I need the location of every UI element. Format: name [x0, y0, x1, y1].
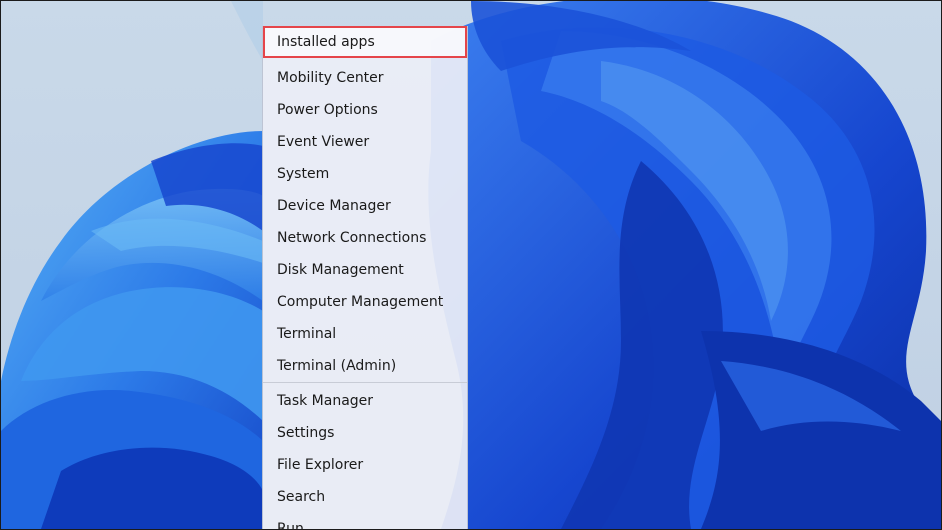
menu-item-search[interactable]: Search [263, 481, 467, 513]
menu-item-event-viewer[interactable]: Event Viewer [263, 126, 467, 158]
menu-item-computer-management[interactable]: Computer Management [263, 286, 467, 318]
quick-link-context-menu: Installed apps Mobility Center Power Opt… [262, 26, 468, 529]
menu-item-terminal[interactable]: Terminal [263, 318, 467, 350]
menu-item-disk-management[interactable]: Disk Management [263, 254, 467, 286]
menu-item-installed-apps[interactable]: Installed apps [263, 26, 467, 58]
desktop-wallpaper [1, 1, 941, 529]
menu-item-system[interactable]: System [263, 158, 467, 190]
menu-item-mobility-center[interactable]: Mobility Center [263, 62, 467, 94]
screen-frame: Installed apps Mobility Center Power Opt… [0, 0, 942, 530]
menu-item-file-explorer[interactable]: File Explorer [263, 449, 467, 481]
menu-item-terminal-admin[interactable]: Terminal (Admin) [263, 350, 467, 382]
menu-item-task-manager[interactable]: Task Manager [263, 385, 467, 417]
menu-item-network-connections[interactable]: Network Connections [263, 222, 467, 254]
menu-item-settings[interactable]: Settings [263, 417, 467, 449]
menu-item-power-options[interactable]: Power Options [263, 94, 467, 126]
menu-item-device-manager[interactable]: Device Manager [263, 190, 467, 222]
menu-separator [263, 382, 467, 383]
menu-item-run[interactable]: Run [263, 513, 467, 529]
